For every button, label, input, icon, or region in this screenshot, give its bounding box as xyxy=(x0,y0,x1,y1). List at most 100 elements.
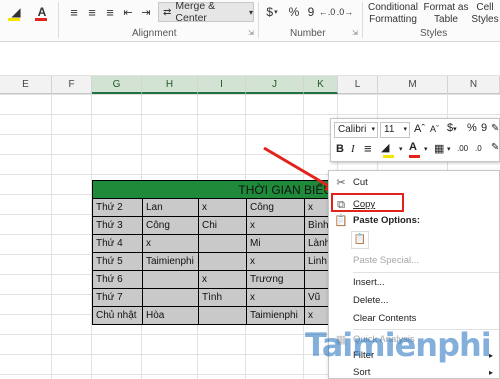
table-row: Thứ 5 Taimienphi x Linh xyxy=(92,252,339,271)
font-color-button[interactable]: A xyxy=(409,141,423,159)
bold-label: B xyxy=(336,143,344,155)
cell-styles-line1: Cell xyxy=(476,2,494,13)
paste-option-button[interactable]: 📋 xyxy=(351,231,369,249)
col-header-n[interactable]: N xyxy=(448,76,500,94)
ribbon: ◢ A ≡ ≡ ≡ ⇤ ⇥ ⇄ Merge & Center ▾ Alignme… xyxy=(0,0,500,42)
number-dialog-launcher-icon[interactable]: ⇲ xyxy=(352,30,360,38)
col-header-f[interactable]: F xyxy=(52,76,92,94)
menu-item-clear-contents-label: Clear Contents xyxy=(353,313,417,324)
font-color-button[interactable]: A xyxy=(30,3,54,21)
chevron-down-icon[interactable]: ▾ xyxy=(424,145,428,153)
table-cell[interactable]: x xyxy=(142,234,199,253)
schedule-table[interactable]: THỜI GIAN BIỂU Thứ 2 Lan x Công x Thứ 3 … xyxy=(92,180,339,325)
font-color-bar-icon xyxy=(409,155,420,158)
percent-button[interactable]: % xyxy=(467,122,477,134)
col-header-e[interactable]: E xyxy=(0,76,52,94)
table-cell[interactable] xyxy=(198,306,247,325)
fill-color-button[interactable]: ◢ xyxy=(381,141,401,159)
decrease-decimal-button[interactable]: .0→ xyxy=(336,4,354,20)
table-cell[interactable]: Thứ 6 xyxy=(92,270,143,289)
table-cell[interactable] xyxy=(142,270,199,289)
table-cell[interactable] xyxy=(142,288,199,307)
table-row: Chủ nhật Hòa Taimienphi x xyxy=(92,306,339,325)
table-cell[interactable]: Mi xyxy=(246,234,305,253)
table-cell[interactable] xyxy=(198,234,247,253)
clear-icon[interactable]: ✎ xyxy=(491,142,499,153)
increase-font-size-icon[interactable]: Aˆ xyxy=(414,123,425,135)
table-cell[interactable]: Công xyxy=(142,216,199,235)
col-header-i[interactable]: I xyxy=(198,76,246,94)
table-cell[interactable]: Thứ 4 xyxy=(92,234,143,253)
table-cell[interactable]: Chi xyxy=(198,216,247,235)
decrease-indent-button[interactable]: ⇤ xyxy=(120,4,136,20)
conditional-formatting-line1: Conditional xyxy=(367,2,419,13)
format-painter-icon[interactable]: ✎ xyxy=(491,123,499,134)
table-cell[interactable]: Tình xyxy=(198,288,247,307)
currency-button[interactable]: $ ▾ xyxy=(262,4,282,20)
increase-decimal-button[interactable]: ←.0 xyxy=(318,4,336,20)
menu-item-delete-label: Delete... xyxy=(353,295,389,306)
align-right-button[interactable]: ≡ xyxy=(102,4,118,20)
menu-item-paste-special[interactable]: Paste Special... xyxy=(329,251,500,271)
table-title[interactable]: THỜI GIAN BIỂU xyxy=(92,180,339,199)
table-cell[interactable]: Taimienphi xyxy=(246,306,305,325)
chevron-down-icon[interactable]: ▾ xyxy=(447,145,451,153)
bold-button[interactable]: B xyxy=(336,143,344,155)
table-row: Thứ 7 Tình x Vũ xyxy=(92,288,339,307)
table-cell[interactable]: Hòa xyxy=(142,306,199,325)
align-center-button[interactable]: ≡ xyxy=(84,4,100,20)
fill-color-icon: ◢ xyxy=(381,142,390,154)
decrease-decimal-button[interactable]: .00 xyxy=(457,144,468,153)
menu-item-delete[interactable]: Delete... xyxy=(329,291,500,311)
table-cell[interactable]: Thứ 7 xyxy=(92,288,143,307)
increase-indent-button[interactable]: ⇥ xyxy=(138,4,154,20)
table-cell[interactable]: x xyxy=(246,216,305,235)
align-center-button[interactable]: ≡ xyxy=(364,141,372,156)
format-as-table-button[interactable]: Format as Table xyxy=(422,2,470,26)
table-cell[interactable]: x xyxy=(246,252,305,271)
col-header-m[interactable]: M xyxy=(378,76,448,94)
decrease-decimal-icon: .0→ xyxy=(336,7,354,17)
increase-decimal-button[interactable]: .0 xyxy=(475,144,482,153)
font-size-select[interactable]: 11 ▾ xyxy=(380,122,410,138)
fill-color-button[interactable]: ◢ xyxy=(4,3,28,21)
table-cell[interactable]: Lan xyxy=(142,198,199,217)
percent-button[interactable]: % xyxy=(286,4,302,20)
col-header-g[interactable]: G xyxy=(92,76,142,94)
alignment-dialog-launcher-icon[interactable]: ⇲ xyxy=(248,30,256,38)
font-name-select[interactable]: Calibri ▾ xyxy=(334,122,378,138)
table-cell[interactable]: x xyxy=(198,198,247,217)
merge-center-button[interactable]: ⇄ Merge & Center ▾ xyxy=(158,0,254,24)
table-cell[interactable] xyxy=(198,252,247,271)
col-header-l[interactable]: L xyxy=(338,76,378,94)
table-cell[interactable]: Thứ 3 xyxy=(92,216,143,235)
conditional-formatting-line2: Formatting xyxy=(369,14,417,25)
align-left-button[interactable]: ≡ xyxy=(66,4,82,20)
menu-item-cut[interactable]: ✂ Cut xyxy=(329,173,500,193)
table-cell[interactable]: Trương xyxy=(246,270,305,289)
col-header-h[interactable]: H xyxy=(142,76,198,94)
table-cell[interactable]: Taimienphi xyxy=(142,252,199,271)
decrease-font-size-icon[interactable]: Aˇ xyxy=(430,124,439,134)
chevron-down-icon[interactable]: ▾ xyxy=(399,145,403,153)
col-header-j[interactable]: J xyxy=(246,76,304,94)
col-header-k[interactable]: K xyxy=(304,76,338,94)
menu-item-sort[interactable]: Sort ▸ xyxy=(329,363,500,379)
table-cell[interactable]: Chủ nhật xyxy=(92,306,143,325)
currency-button[interactable]: $▾ xyxy=(447,122,457,134)
table-cell[interactable]: x xyxy=(246,288,305,307)
italic-button[interactable]: I xyxy=(351,143,355,155)
table-cell[interactable]: Công xyxy=(246,198,305,217)
borders-button[interactable]: ▦ xyxy=(434,142,444,155)
formula-bar-area xyxy=(0,42,500,76)
conditional-formatting-button[interactable]: Conditional Formatting xyxy=(366,2,420,26)
comma-style-button[interactable]: 9 xyxy=(481,122,487,134)
font-color-icon: A xyxy=(37,5,47,19)
table-cell[interactable]: Thứ 2 xyxy=(92,198,143,217)
comma-style-button[interactable]: 9 xyxy=(304,4,318,20)
table-cell[interactable]: Thứ 5 xyxy=(92,252,143,271)
table-cell[interactable]: x xyxy=(198,270,247,289)
chevron-down-icon: ▾ xyxy=(371,126,375,133)
cell-styles-button[interactable]: Cell Styles xyxy=(470,2,500,26)
menu-item-insert[interactable]: Insert... xyxy=(329,273,500,293)
